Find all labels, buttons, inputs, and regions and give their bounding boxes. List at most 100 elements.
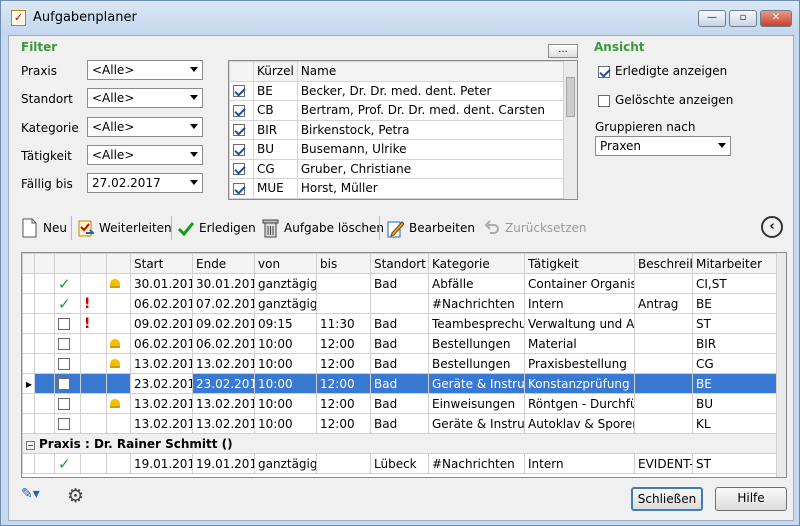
grid-scrollbar[interactable] (776, 253, 786, 477)
cell-staff: BE (692, 373, 780, 394)
cell-staff: CG (692, 353, 780, 374)
employee-row[interactable]: CB Bertram, Prof. Dr. Dr. med. dent. Cars… (229, 100, 566, 121)
cell-from: 10:00 (254, 393, 317, 414)
activity-header[interactable]: Tätigkeit (524, 253, 635, 274)
empty-cell (34, 393, 55, 414)
tools-dropdown-button[interactable]: ✎▾ (21, 486, 55, 508)
done-checkbox[interactable] (58, 318, 70, 330)
due-date-picker[interactable]: 27.02.2017 (87, 173, 203, 193)
priority-cell (80, 373, 107, 394)
done-check-icon[interactable]: ✓ (58, 275, 71, 293)
reminder-cell (106, 293, 131, 314)
settings-gear-icon[interactable]: ⚙ (67, 486, 84, 506)
table-row[interactable]: 13.02.201713.02.201710:0012:00BadGeräte … (22, 413, 780, 434)
done-checkbox[interactable] (58, 418, 70, 430)
done-checkbox[interactable] (58, 358, 70, 370)
employee-scrollbar[interactable] (563, 61, 577, 199)
done-cell: ✓ (54, 273, 81, 294)
to-header[interactable]: bis (316, 253, 371, 274)
employee-code: CB (253, 100, 298, 121)
location-header[interactable]: Standort (370, 253, 429, 274)
due-date-value: 27.02.2017 (92, 176, 161, 190)
table-row[interactable]: 13.02.201713.02.201710:0012:00BadEinweis… (22, 393, 780, 414)
close-button[interactable]: Schließen (631, 487, 703, 511)
forward-button[interactable]: Weiterleiten (77, 218, 172, 238)
table-row[interactable]: ▸23.02.201723.02.201710:0012:00BadGeräte… (22, 373, 780, 394)
maximize-button[interactable]: ▫ (729, 10, 757, 27)
complete-button[interactable]: Erledigen (177, 218, 256, 238)
collapse-icon[interactable]: − (26, 440, 35, 450)
done-checkbox[interactable] (58, 398, 70, 410)
table-row[interactable]: ✓! 06.02.201707.02.2017ganztägig #Nachrich… (22, 293, 780, 314)
minimize-button[interactable]: — (698, 10, 726, 27)
taetigkeit-select[interactable]: <Alle> (87, 145, 203, 165)
employee-checkbox[interactable] (233, 143, 245, 156)
employee-checkbox[interactable] (233, 163, 245, 176)
chevron-down-icon (190, 124, 198, 129)
forward-label: Weiterleiten (99, 221, 172, 235)
cell-activity: Autoklav & Sporente (524, 413, 635, 434)
cell-description (634, 413, 693, 434)
edit-button[interactable]: Bearbeiten (387, 218, 475, 238)
group-by-label: Gruppieren nach (595, 120, 696, 134)
chevron-left-icon: ‹ (769, 219, 775, 234)
collapse-panel-button[interactable]: ‹ (761, 216, 783, 238)
employee-row[interactable]: BU Busemann, Ulrike (229, 139, 566, 160)
toolbar-divider (379, 216, 380, 240)
end-header[interactable]: Ende (192, 253, 255, 274)
employee-row[interactable]: BE Becker, Dr. Dr. med. dent. Peter (229, 80, 566, 101)
category-header[interactable]: Kategorie (428, 253, 525, 274)
cell-from: 10:00 (254, 353, 317, 374)
table-row[interactable]: 06.02.201706.02.201710:0012:00BadBestell… (22, 333, 780, 354)
employee-checkbox[interactable] (233, 182, 245, 195)
show-deleted-option[interactable]: Gelöschte anzeigen (598, 93, 733, 107)
employee-name: Bertram, Prof. Dr. Dr. med. dent. Carste… (296, 100, 566, 121)
staff-header[interactable]: Mitarbeiter (692, 253, 780, 274)
priority-cell (80, 393, 107, 414)
new-button[interactable]: Neu (21, 218, 67, 238)
delete-button[interactable]: Aufgabe löschen (262, 218, 384, 238)
employee-code: BE (253, 80, 298, 101)
table-row[interactable]: 13.02.201713.02.201710:0012:00BadBestell… (22, 353, 780, 374)
show-deleted-checkbox[interactable] (598, 94, 610, 107)
standort-select[interactable]: <Alle> (87, 88, 203, 108)
employee-name: Horst, Müller (296, 178, 566, 199)
done-check-icon[interactable]: ✓ (58, 295, 71, 313)
row-indicator (22, 293, 35, 314)
standort-label: Standort (21, 92, 73, 106)
employee-row[interactable]: CG Gruber, Christiane (229, 158, 566, 179)
close-window-button[interactable]: ✕ (760, 10, 792, 27)
done-cell (54, 353, 81, 374)
done-checkbox[interactable] (58, 338, 70, 350)
employee-checkbox[interactable] (233, 124, 245, 137)
done-checkbox[interactable] (58, 378, 70, 390)
description-header[interactable]: Beschreibu (634, 253, 693, 274)
employee-row[interactable]: MUE Horst, Müller (229, 178, 566, 199)
table-row[interactable]: ✓ 19.01.2017 19.01.2017 ganztägig Lübeck… (22, 453, 780, 474)
bell-icon (110, 358, 120, 368)
employee-row[interactable]: BIR Birkenstock, Petra (229, 119, 566, 140)
table-row[interactable]: !09.02.201709.02.201709:1511:30BadTeambe… (22, 313, 780, 334)
show-done-checkbox[interactable] (598, 65, 610, 78)
grid-header-row: Start Ende von bis Standort Kategorie Tä… (22, 253, 780, 274)
praxis-select[interactable]: <Alle> (87, 60, 203, 80)
group-by-select[interactable]: Praxen (595, 136, 731, 156)
from-header[interactable]: von (254, 253, 317, 274)
cell-description (634, 353, 693, 374)
show-done-label: Erledigte anzeigen (615, 64, 728, 78)
done-check-icon[interactable]: ✓ (58, 455, 71, 473)
cell-location: Bad (370, 273, 429, 294)
reset-button[interactable]: Zurücksetzen (483, 218, 587, 238)
employee-checkbox[interactable] (233, 85, 245, 98)
help-button[interactable]: Hilfe (715, 487, 787, 511)
more-options-button[interactable]: ... (548, 44, 578, 58)
kategorie-select[interactable]: <Alle> (87, 117, 203, 137)
start-header[interactable]: Start (130, 253, 193, 274)
cell-start: 13.02.2017 (130, 393, 193, 414)
employee-scroll-thumb[interactable] (566, 77, 575, 117)
table-row[interactable]: ✓30.01.201730.01.2017ganztägigBadAbfälle… (22, 273, 780, 294)
group-row[interactable]: − Praxis : Dr. Rainer Schmitt () (22, 433, 780, 454)
employee-checkbox[interactable] (233, 104, 245, 117)
toolbar-divider (71, 216, 72, 240)
show-done-option[interactable]: Erledigte anzeigen (598, 64, 727, 78)
